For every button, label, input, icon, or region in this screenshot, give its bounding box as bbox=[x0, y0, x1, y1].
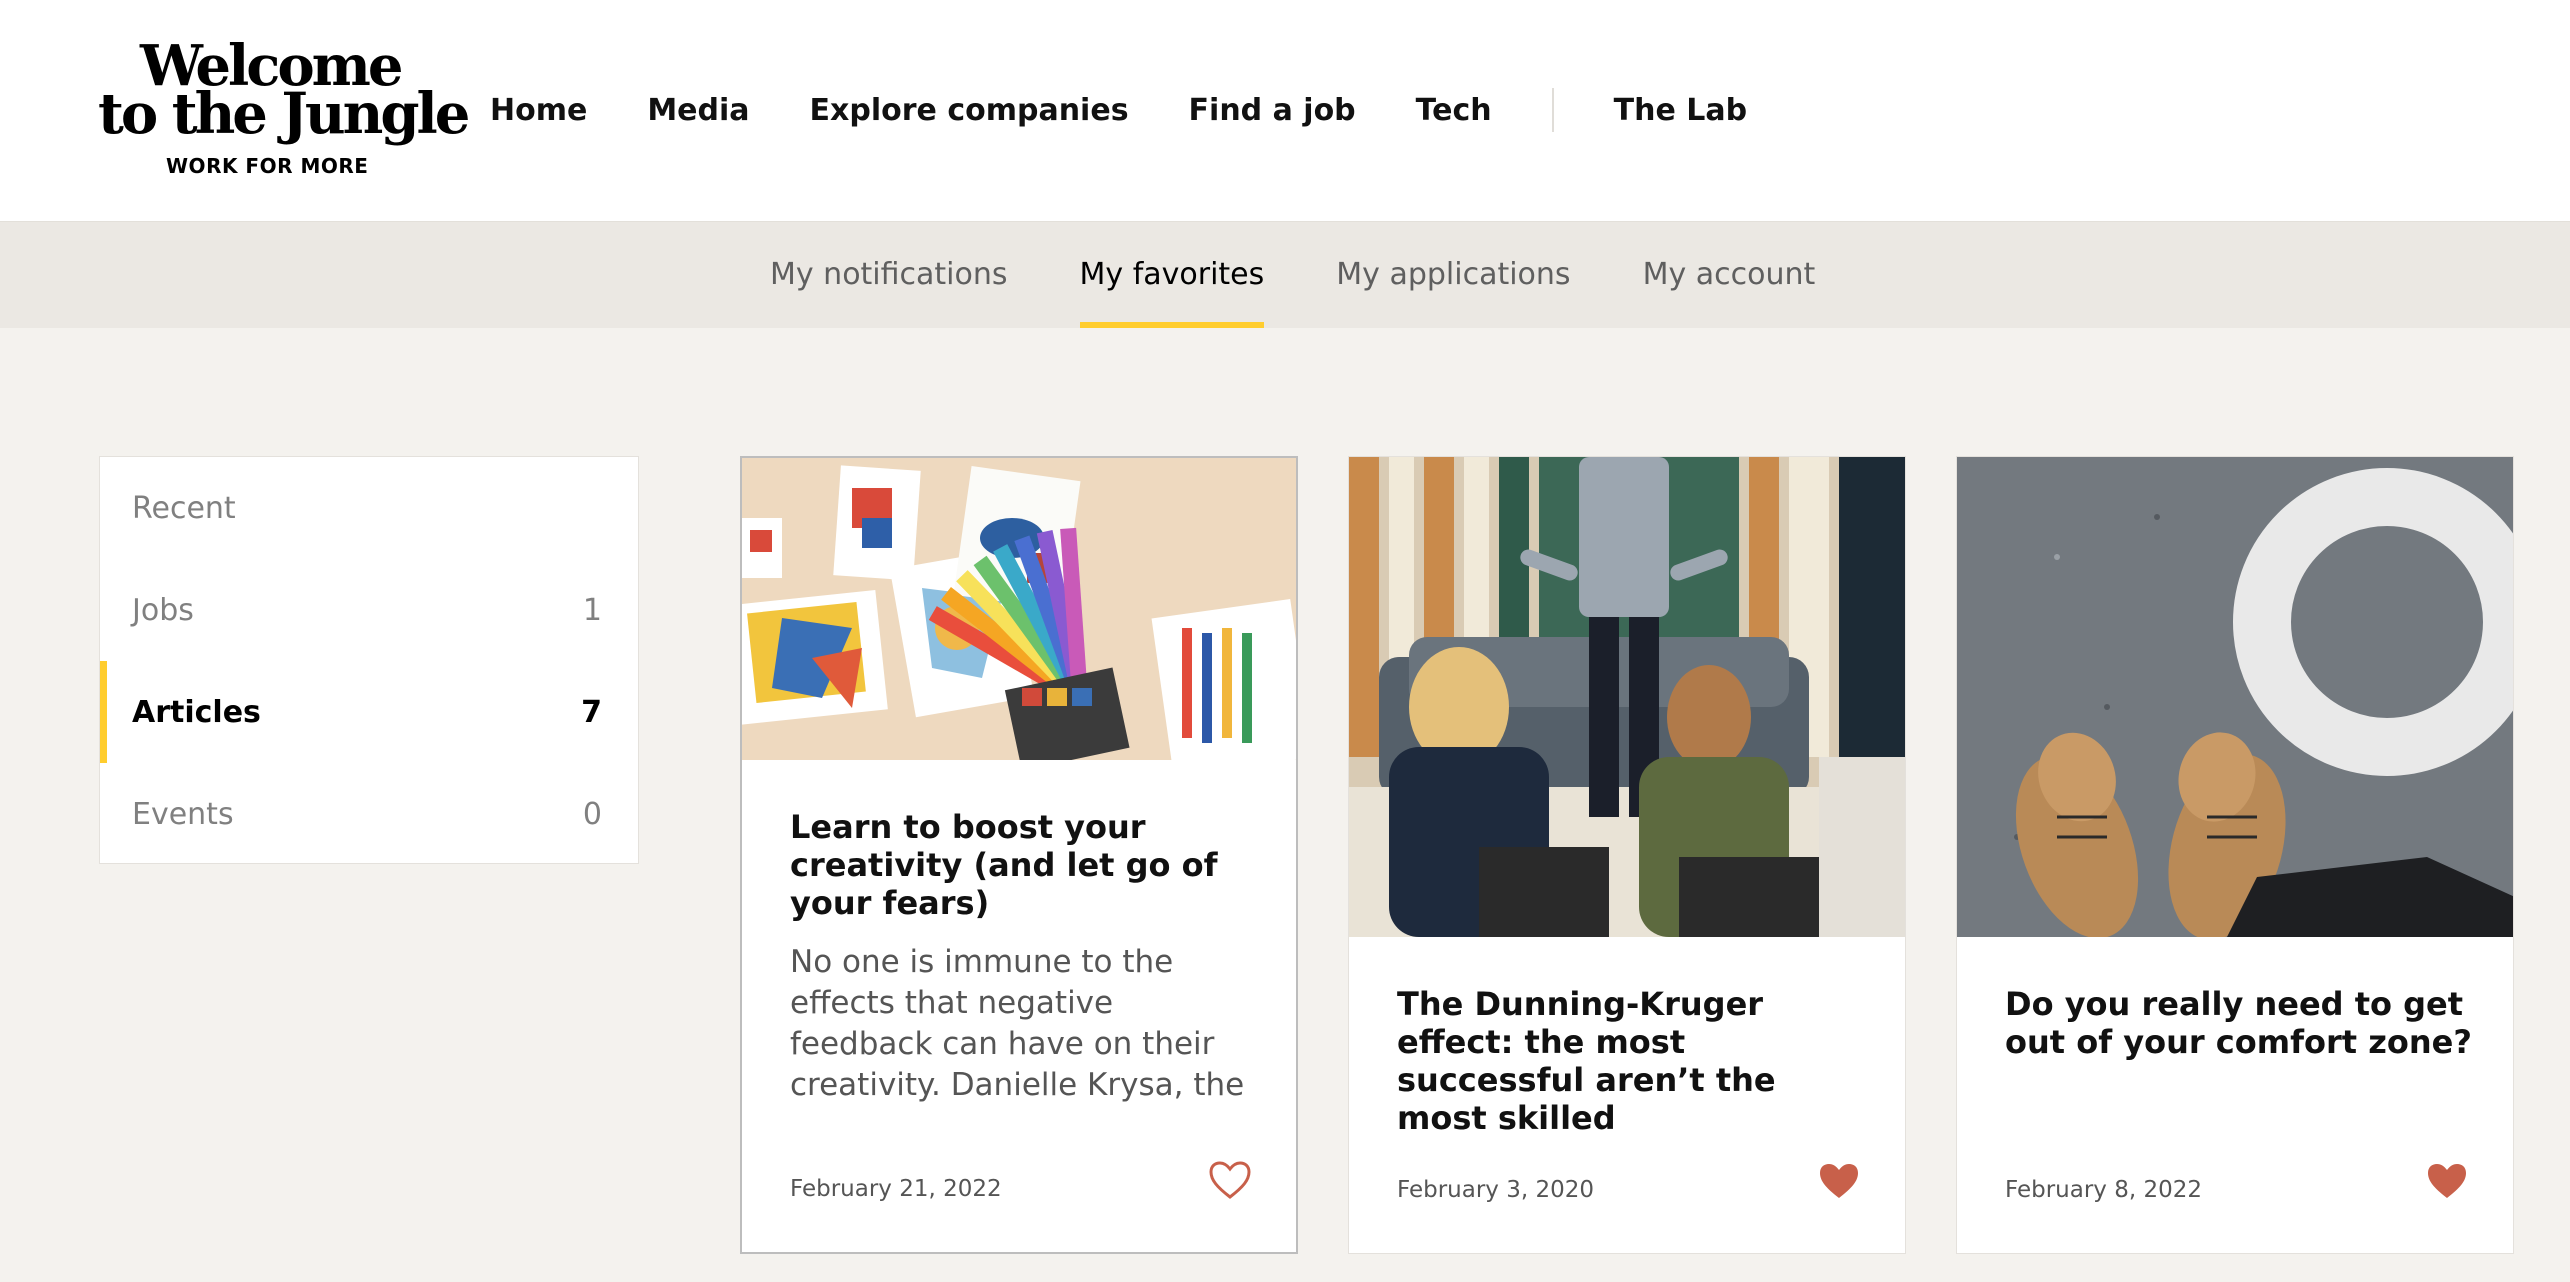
sidebar-item-events[interactable]: Events 0 bbox=[100, 763, 638, 865]
nav-home[interactable]: Home bbox=[490, 93, 587, 128]
article-date: February 3, 2020 bbox=[1397, 1177, 1595, 1203]
article-card[interactable]: Learn to boost your creativity (and let … bbox=[740, 456, 1298, 1254]
account-tabs: My notifications My favorites My applica… bbox=[770, 222, 1887, 328]
nav-the-lab[interactable]: The Lab bbox=[1614, 93, 1747, 128]
logo-tagline: WORK FOR MORE bbox=[166, 154, 369, 178]
heart-filled-icon[interactable] bbox=[1817, 1161, 1861, 1201]
tab-my-favorites[interactable]: My favorites bbox=[1079, 222, 1264, 328]
nav-divider bbox=[1551, 88, 1554, 132]
nav-explore-companies[interactable]: Explore companies bbox=[810, 93, 1129, 128]
logo-line-2: to the Jungle bbox=[98, 81, 470, 147]
article-card[interactable]: Do you really need to get out of your co… bbox=[1956, 456, 2514, 1254]
heart-outline-icon[interactable] bbox=[1208, 1160, 1252, 1200]
sidebar-item-count: 7 bbox=[581, 694, 602, 730]
sidebar-item-label: Events bbox=[132, 796, 234, 832]
heart-filled-icon[interactable] bbox=[2425, 1161, 2469, 1201]
sidebar-item-count: 1 bbox=[582, 592, 602, 628]
sidebar-item-recent[interactable]: Recent bbox=[100, 457, 638, 559]
article-title[interactable]: Learn to boost your creativity (and let … bbox=[790, 808, 1256, 922]
tab-my-notifications[interactable]: My notifications bbox=[770, 222, 1008, 328]
tab-my-account[interactable]: My account bbox=[1643, 222, 1816, 328]
favorites-filter-sidebar: Recent Jobs 1 Articles 7 Events 0 bbox=[99, 456, 639, 864]
article-date: February 8, 2022 bbox=[2005, 1177, 2203, 1203]
article-date: February 21, 2022 bbox=[790, 1176, 1002, 1202]
sidebar-item-label: Recent bbox=[132, 490, 236, 526]
shoes-on-pavement-image bbox=[1957, 457, 2513, 937]
art-supplies-image bbox=[742, 458, 1296, 760]
article-title[interactable]: Do you really need to get out of your co… bbox=[2005, 985, 2473, 1061]
main-nav: Home Media Explore companies Find a job … bbox=[490, 88, 1807, 132]
sidebar-item-articles[interactable]: Articles 7 bbox=[100, 661, 638, 763]
article-title[interactable]: The Dunning-Kruger effect: the most succ… bbox=[1397, 985, 1865, 1137]
sidebar-item-label: Jobs bbox=[132, 592, 194, 628]
sidebar-item-count: 0 bbox=[582, 796, 602, 832]
site-logo[interactable]: Welcome to the Jungle WORK FOR MORE bbox=[98, 38, 470, 183]
sidebar-item-label: Articles bbox=[132, 694, 261, 730]
account-subnav-bar: My notifications My favorites My applica… bbox=[0, 222, 2570, 328]
presentation-audience-image bbox=[1349, 457, 1905, 937]
tab-my-applications[interactable]: My applications bbox=[1336, 222, 1570, 328]
nav-media[interactable]: Media bbox=[647, 93, 749, 128]
nav-find-a-job[interactable]: Find a job bbox=[1189, 93, 1356, 128]
article-excerpt: No one is immune to the effects that neg… bbox=[790, 944, 1245, 1103]
article-card[interactable]: The Dunning-Kruger effect: the most succ… bbox=[1348, 456, 1906, 1254]
sidebar-item-jobs[interactable]: Jobs 1 bbox=[100, 559, 638, 661]
top-header: Welcome to the Jungle WORK FOR MORE Home… bbox=[0, 0, 2570, 222]
nav-tech[interactable]: Tech bbox=[1416, 93, 1492, 128]
